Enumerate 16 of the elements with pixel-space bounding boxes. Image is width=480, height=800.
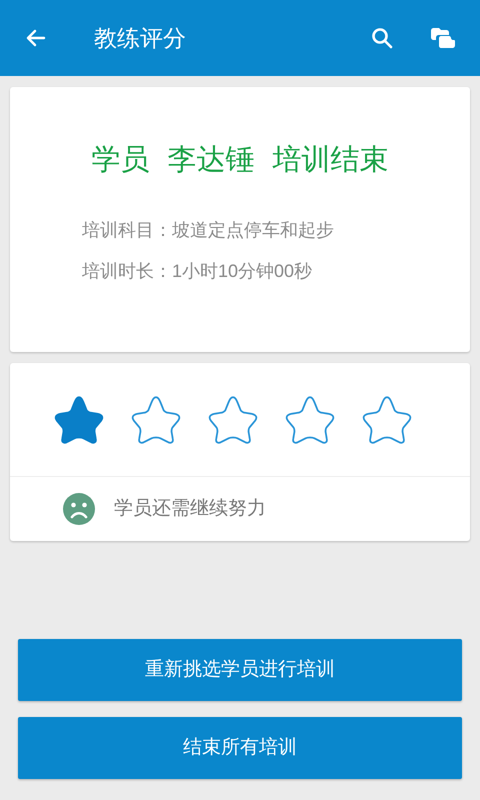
empty-star-icon[interactable] — [207, 394, 259, 444]
headline-text: 李达锤 — [168, 143, 254, 178]
headline-text: 学员 — [92, 143, 150, 178]
feedback-text: 学员还需继续努力 — [114, 496, 266, 521]
empty-star-icon[interactable] — [130, 394, 182, 444]
page-title: 教练评分 — [94, 24, 186, 53]
empty-star-icon[interactable] — [284, 394, 336, 444]
action-button[interactable]: 结束所有培训 — [18, 717, 462, 779]
detail-text: 培训时长：1小时10分钟00秒 — [82, 260, 314, 282]
search-icon[interactable] — [370, 26, 394, 50]
empty-star-icon[interactable] — [361, 394, 413, 444]
action-button[interactable]: 重新挑选学员进行培训 — [18, 639, 462, 701]
detail-text: 培训科目：坡道定点停车和起步 — [82, 218, 335, 242]
sad-face-icon — [62, 492, 96, 526]
headline-text: 培训结束 — [272, 143, 388, 178]
filled-star-icon[interactable] — [53, 394, 105, 444]
